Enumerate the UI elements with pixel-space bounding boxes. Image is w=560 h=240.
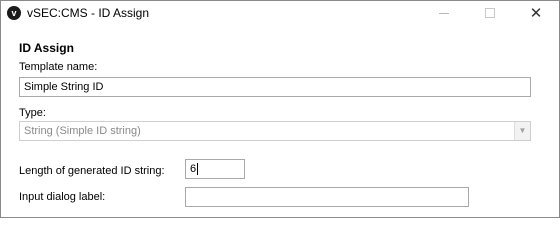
close-icon: ✕ [529,4,543,22]
maximize-button[interactable] [467,1,513,25]
template-name-input[interactable]: Simple String ID [19,77,531,97]
input-dialog-label: Input dialog label: [19,191,106,203]
input-dialog-label-input[interactable] [185,187,469,207]
length-value: 6 [190,163,197,175]
length-input[interactable]: 6 [185,159,245,179]
type-select: String (Simple ID string) ▼ [19,121,531,141]
minimize-icon [439,12,449,14]
dialog-window: v vSEC:CMS - ID Assign ✕ ID Assign Templ… [0,0,560,218]
dialog-content: ID Assign Template name: Simple String I… [1,25,559,217]
length-label: Length of generated ID string: [19,165,165,177]
maximize-icon [485,8,495,18]
template-name-label: Template name: [19,61,98,73]
type-label: Type: [19,107,46,119]
close-button[interactable]: ✕ [513,1,559,25]
chevron-down-icon: ▼ [514,122,530,140]
template-name-value: Simple String ID [24,81,104,93]
title-bar[interactable]: v vSEC:CMS - ID Assign ✕ [1,1,559,25]
vsec-logo-icon: v [7,6,21,20]
type-selected-value: String (Simple ID string) [24,125,141,137]
section-heading: ID Assign [19,41,74,55]
text-caret [197,163,199,176]
minimize-button[interactable] [421,1,467,25]
window-title: vSEC:CMS - ID Assign [27,6,150,20]
